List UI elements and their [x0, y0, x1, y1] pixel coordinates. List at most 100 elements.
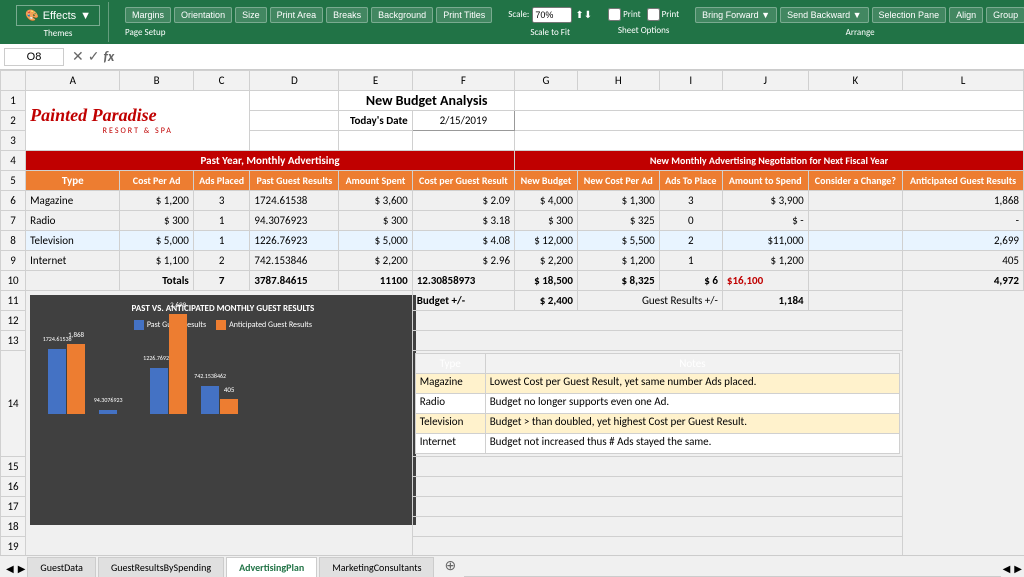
tab-guestresults[interactable]: GuestResultsBySpending [98, 557, 224, 577]
r10-ads[interactable]: 7 [193, 271, 250, 291]
r9-ads[interactable]: 2 [193, 251, 250, 271]
col-header-i[interactable]: I [659, 71, 722, 91]
r8-newcost[interactable]: $ 5,500 [577, 231, 659, 251]
r7-spent[interactable]: $ 300 [339, 211, 412, 231]
cell-reference[interactable] [4, 48, 64, 66]
col-header-a[interactable]: A [26, 71, 120, 91]
scale-spinner[interactable]: ⬆⬇ [575, 8, 592, 21]
r10-newcost[interactable]: $ 8,325 [577, 271, 659, 291]
r6-ads2[interactable]: 3 [659, 191, 722, 211]
r8-ads[interactable]: 1 [193, 231, 250, 251]
r7-type[interactable]: Radio [26, 211, 120, 231]
r11-guest-val[interactable]: 1,184 [722, 291, 808, 311]
r9-newbudg[interactable]: $ 2,200 [515, 251, 578, 271]
print-titles-button[interactable]: Print Titles [436, 7, 492, 23]
r7-amtspend[interactable]: $ - [722, 211, 808, 231]
r8-spent[interactable]: $ 5,000 [339, 231, 412, 251]
r6-newcost[interactable]: $ 1,300 [577, 191, 659, 211]
scroll-right-icon[interactable]: ▶ [16, 560, 28, 577]
r8-anticipated[interactable]: 2,699 [903, 231, 1024, 251]
r6-amtspend[interactable]: $ 3,900 [722, 191, 808, 211]
print-checkbox-1[interactable]: Print [608, 8, 641, 21]
breaks-button[interactable]: Breaks [326, 7, 368, 23]
col-header-e[interactable]: E [339, 71, 412, 91]
r9-amtspend[interactable]: $ 1,200 [722, 251, 808, 271]
r8-cpg[interactable]: $ 4.08 [412, 231, 514, 251]
group-button[interactable]: Group [986, 7, 1024, 23]
scale-input[interactable] [532, 7, 572, 23]
r9-spent[interactable]: $ 2,200 [339, 251, 412, 271]
r7-ads[interactable]: 1 [193, 211, 250, 231]
scroll-left-icon[interactable]: ◀ [4, 560, 16, 577]
col-header-f[interactable]: F [412, 71, 514, 91]
tab-guestdata[interactable]: GuestData [27, 557, 96, 577]
spreadsheet[interactable]: A B C D E F G H I J K L 1 [0, 70, 1024, 555]
margins-button[interactable]: Margins [125, 7, 171, 23]
r9-anticipated[interactable]: 405 [903, 251, 1024, 271]
r8-consider[interactable] [808, 231, 903, 251]
tab-marketingconsultants[interactable]: MarketingConsultants [319, 557, 434, 577]
r7-newcost[interactable]: $ 325 [577, 211, 659, 231]
r7-newbudg[interactable]: $ 300 [515, 211, 578, 231]
formula-input[interactable] [122, 51, 1020, 63]
r6-type[interactable]: Magazine [26, 191, 120, 211]
col-header-d[interactable]: D [250, 71, 339, 91]
r8-amtspend[interactable]: $11,000 [722, 231, 808, 251]
r8-type[interactable]: Television [26, 231, 120, 251]
bring-forward-button[interactable]: Bring Forward ▼ [695, 7, 777, 23]
r6-spent[interactable]: $ 3,600 [339, 191, 412, 211]
col-header-g[interactable]: G [515, 71, 578, 91]
r6-consider[interactable] [808, 191, 903, 211]
r6-cost[interactable]: $ 1,200 [120, 191, 193, 211]
r6-ads[interactable]: 3 [193, 191, 250, 211]
col-header-c[interactable]: C [193, 71, 250, 91]
r9-cost[interactable]: $ 1,100 [120, 251, 193, 271]
r10-newbudg[interactable]: $ 18,500 [515, 271, 578, 291]
r8-newbudg[interactable]: $ 12,000 [515, 231, 578, 251]
r10-past[interactable]: 3787.84615 [250, 271, 339, 291]
r8-past[interactable]: 1226.76923 [250, 231, 339, 251]
print-area-button[interactable]: Print Area [270, 7, 324, 23]
r6-anticipated[interactable]: 1,868 [903, 191, 1024, 211]
col-header-h[interactable]: H [577, 71, 659, 91]
background-button[interactable]: Background [371, 7, 433, 23]
tab-advertisingplan[interactable]: AdvertisingPlan [226, 557, 317, 577]
r9-past[interactable]: 742.153846 [250, 251, 339, 271]
r6-cpg[interactable]: $ 2.09 [412, 191, 514, 211]
r8-cost[interactable]: $ 5,000 [120, 231, 193, 251]
col-header-b[interactable]: B [120, 71, 193, 91]
r9-newcost[interactable]: $ 1,200 [577, 251, 659, 271]
r10-amtspend[interactable]: $16,100 [722, 271, 808, 291]
r10-anticipated[interactable]: 4,972 [903, 271, 1024, 291]
r10-ads2[interactable]: $ 6 [659, 271, 722, 291]
r7-cpg[interactable]: $ 3.18 [412, 211, 514, 231]
r11-budget-val[interactable]: $ 2,400 [515, 291, 578, 311]
themes-button[interactable]: 🎨 Effects ▼ [16, 5, 100, 26]
align-button[interactable]: Align [949, 7, 983, 23]
r9-type[interactable]: Internet [26, 251, 120, 271]
orientation-button[interactable]: Orientation [174, 7, 232, 23]
r10-spent[interactable]: 11100 [339, 271, 412, 291]
col-header-l[interactable]: L [903, 71, 1024, 91]
send-backward-button[interactable]: Send Backward ▼ [780, 7, 868, 23]
r8-ads2[interactable]: 2 [659, 231, 722, 251]
r7-consider[interactable] [808, 211, 903, 231]
size-button[interactable]: Size [235, 7, 267, 23]
r7-anticipated[interactable]: - [903, 211, 1024, 231]
r9-cpg[interactable]: $ 2.96 [412, 251, 514, 271]
r9-consider[interactable] [808, 251, 903, 271]
selection-pane-button[interactable]: Selection Pane [872, 7, 947, 23]
r7-past[interactable]: 94.3076923 [250, 211, 339, 231]
r10-cpg[interactable]: 12.30858973 [412, 271, 514, 291]
scroll-nav-left[interactable]: ◀ [1001, 560, 1013, 577]
print-checkbox-2[interactable]: Print [647, 8, 680, 21]
confirm-icon[interactable]: ✓ [88, 48, 100, 65]
col-header-j[interactable]: J [722, 71, 808, 91]
col-header-k[interactable]: K [808, 71, 903, 91]
r9-ads2[interactable]: 1 [659, 251, 722, 271]
r6-past[interactable]: 1724.61538 [250, 191, 339, 211]
r6-newbudg[interactable]: $ 4,000 [515, 191, 578, 211]
r7-cost[interactable]: $ 300 [120, 211, 193, 231]
add-sheet-button[interactable]: ⊕ [436, 554, 464, 577]
fx-icon[interactable]: fx [103, 48, 114, 65]
